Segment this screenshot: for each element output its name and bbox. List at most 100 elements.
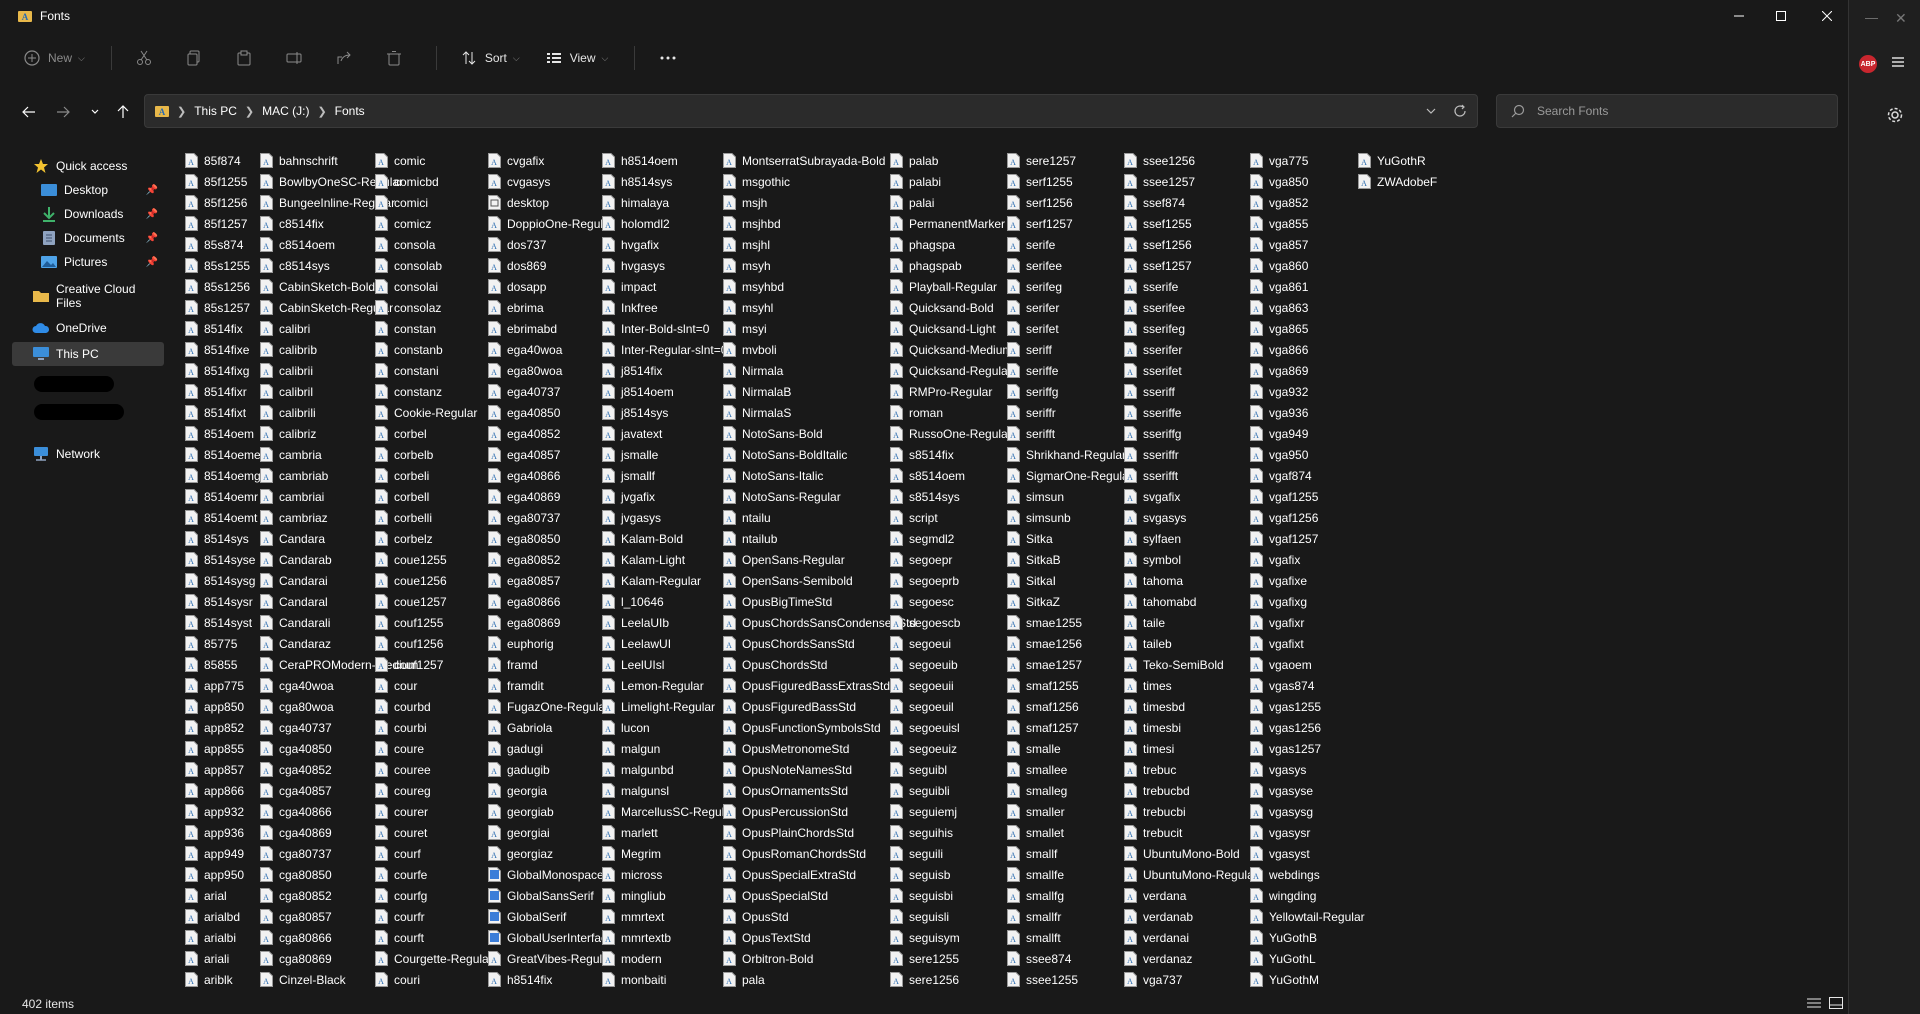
file-item[interactable]: Aj8514fix bbox=[602, 360, 735, 381]
file-item[interactable]: Avga865 bbox=[1250, 318, 1365, 339]
more-options-button[interactable] bbox=[659, 42, 685, 74]
file-item[interactable]: Asegoeuiz bbox=[890, 738, 1012, 759]
file-item[interactable]: A LeelUIsl bbox=[602, 654, 735, 675]
file-item[interactable]: Atrebucbi bbox=[1124, 801, 1258, 822]
file-item[interactable]: Asmallfr bbox=[1007, 906, 1133, 927]
file-item[interactable]: Asmallfg bbox=[1007, 885, 1133, 906]
file-item[interactable]: Aega40869 bbox=[488, 486, 614, 507]
file-item[interactable]: Aarialbi bbox=[185, 927, 261, 948]
file-item[interactable]: A Shrikhand-Regular bbox=[1007, 444, 1133, 465]
file-item[interactable]: A 85775 bbox=[185, 633, 261, 654]
maximize-button[interactable] bbox=[1758, 0, 1804, 32]
file-item[interactable]: Amvboli bbox=[723, 339, 916, 360]
menu-icon[interactable] bbox=[1891, 55, 1905, 72]
file-item[interactable]: Ados737 bbox=[488, 234, 614, 255]
file-item[interactable]: Aseriffr bbox=[1007, 402, 1133, 423]
file-item[interactable]: A OpusChordsSansStd bbox=[723, 633, 916, 654]
file-item[interactable]: A OpusSpecialExtraStd bbox=[723, 864, 916, 885]
search-input[interactable] bbox=[1537, 104, 1817, 118]
file-item[interactable]: Aconsolab bbox=[375, 255, 493, 276]
file-item[interactable]: Aphagspa bbox=[890, 234, 1012, 255]
file-item[interactable]: Atrebucbd bbox=[1124, 780, 1258, 801]
file-item[interactable]: Acomicbd bbox=[375, 171, 493, 192]
file-item[interactable]: Asere1257 bbox=[1007, 150, 1133, 171]
file-item[interactable]: Asegoeuib bbox=[890, 654, 1012, 675]
file-item[interactable]: Aapp866 bbox=[185, 780, 261, 801]
file-item[interactable]: Assef1257 bbox=[1124, 255, 1258, 276]
file-item[interactable]: Acomicz bbox=[375, 213, 493, 234]
file-item[interactable]: desktop bbox=[488, 192, 614, 213]
file-item[interactable]: As8514oem bbox=[890, 465, 1012, 486]
file-item[interactable]: Aserf1256 bbox=[1007, 192, 1133, 213]
file-item[interactable]: Aseguihis bbox=[890, 822, 1012, 843]
file-item[interactable]: Asseriffg bbox=[1124, 423, 1258, 444]
file-item[interactable]: A OpusTextStd bbox=[723, 927, 916, 948]
file-item[interactable]: Asseriffr bbox=[1124, 444, 1258, 465]
file-item[interactable]: Asvgasys bbox=[1124, 507, 1258, 528]
share-button[interactable] bbox=[336, 42, 360, 74]
file-item[interactable]: Asseriff bbox=[1124, 381, 1258, 402]
file-item[interactable]: Acour bbox=[375, 675, 493, 696]
file-item[interactable]: Aapp855 bbox=[185, 738, 261, 759]
file-item[interactable]: Ajavatext bbox=[602, 423, 735, 444]
file-item[interactable]: Avga949 bbox=[1250, 423, 1365, 444]
file-item[interactable]: Avga866 bbox=[1250, 339, 1365, 360]
file-item[interactable]: Aega40850 bbox=[488, 402, 614, 423]
file-item[interactable]: A 85f1257 bbox=[185, 213, 261, 234]
file-item[interactable]: Avgafixt bbox=[1250, 633, 1365, 654]
file-item[interactable]: Alucon bbox=[602, 717, 735, 738]
file-item[interactable]: A Inkfree bbox=[602, 297, 735, 318]
forward-button[interactable] bbox=[48, 92, 78, 132]
file-item[interactable]: Aseguisb bbox=[890, 864, 1012, 885]
file-item[interactable]: A 8514oemg bbox=[185, 465, 261, 486]
file-item[interactable]: A OpusMetronomeStd bbox=[723, 738, 916, 759]
file-item[interactable]: Aseguisli bbox=[890, 906, 1012, 927]
file-item[interactable]: Aserf1255 bbox=[1007, 171, 1133, 192]
file-item[interactable]: Asegoepr bbox=[890, 549, 1012, 570]
file-item[interactable]: A Kalam-Light bbox=[602, 549, 735, 570]
file-item[interactable]: Aseguisbi bbox=[890, 885, 1012, 906]
file-item[interactable]: Aconsola bbox=[375, 234, 493, 255]
file-item[interactable]: Asimsunb bbox=[1007, 507, 1133, 528]
file-item[interactable]: A 8514oemr bbox=[185, 486, 261, 507]
file-item[interactable]: A 85f874 bbox=[185, 150, 261, 171]
file-item[interactable]: A 8514sysg bbox=[185, 570, 261, 591]
file-item[interactable]: A MontserratSubrayada-Bold bbox=[723, 150, 916, 171]
file-item[interactable]: Asmalleg bbox=[1007, 780, 1133, 801]
file-item[interactable]: Aebrima bbox=[488, 297, 614, 318]
file-item[interactable]: A 85s1256 bbox=[185, 276, 261, 297]
file-item[interactable]: Avgas1257 bbox=[1250, 738, 1365, 759]
file-item[interactable]: Avgasys bbox=[1250, 759, 1365, 780]
file-item[interactable]: Avgasyst bbox=[1250, 843, 1365, 864]
file-item[interactable]: A Orbitron-Bold bbox=[723, 948, 916, 969]
file-item[interactable]: Avga932 bbox=[1250, 381, 1365, 402]
file-item[interactable]: Acourbd bbox=[375, 696, 493, 717]
file-item[interactable]: Aseriffg bbox=[1007, 381, 1133, 402]
file-item[interactable]: Aega80852 bbox=[488, 549, 614, 570]
file-item[interactable]: Acourer bbox=[375, 801, 493, 822]
file-item[interactable]: As8514sys bbox=[890, 486, 1012, 507]
file-item[interactable]: A Megrim bbox=[602, 843, 735, 864]
file-item[interactable]: A NotoSans-Bold bbox=[723, 423, 916, 444]
file-item[interactable]: Acouree bbox=[375, 759, 493, 780]
file-item[interactable]: A GreatVibes-Regular bbox=[488, 948, 614, 969]
file-item[interactable]: Avgas1256 bbox=[1250, 717, 1365, 738]
file-item[interactable]: Aapp936 bbox=[185, 822, 261, 843]
file-item[interactable]: Aseriffe bbox=[1007, 360, 1133, 381]
new-button[interactable]: New ⌵ bbox=[24, 42, 85, 74]
file-item[interactable]: Acouf1255 bbox=[375, 612, 493, 633]
file-item[interactable]: Amonbaiti bbox=[602, 969, 735, 988]
file-item[interactable]: A 85s1257 bbox=[185, 297, 261, 318]
file-item[interactable]: A OpenSans-Regular bbox=[723, 549, 916, 570]
address-bar[interactable]: A ❯ This PC ❯ MAC (J:) ❯ Fonts bbox=[144, 94, 1478, 128]
file-item[interactable]: Acouf1257 bbox=[375, 654, 493, 675]
file-item[interactable]: Atrebuc bbox=[1124, 759, 1258, 780]
file-item[interactable]: Aphagspab bbox=[890, 255, 1012, 276]
view-button[interactable]: View ⌵ bbox=[546, 42, 608, 74]
file-item[interactable]: Averdanab bbox=[1124, 906, 1258, 927]
file-item[interactable]: Avga737 bbox=[1124, 969, 1258, 988]
file-item[interactable]: A Teko-SemiBold bbox=[1124, 654, 1258, 675]
file-item[interactable]: Asmallft bbox=[1007, 927, 1133, 948]
file-item[interactable]: A OpusFiguredBassStd bbox=[723, 696, 916, 717]
file-item[interactable]: Acorbell bbox=[375, 486, 493, 507]
